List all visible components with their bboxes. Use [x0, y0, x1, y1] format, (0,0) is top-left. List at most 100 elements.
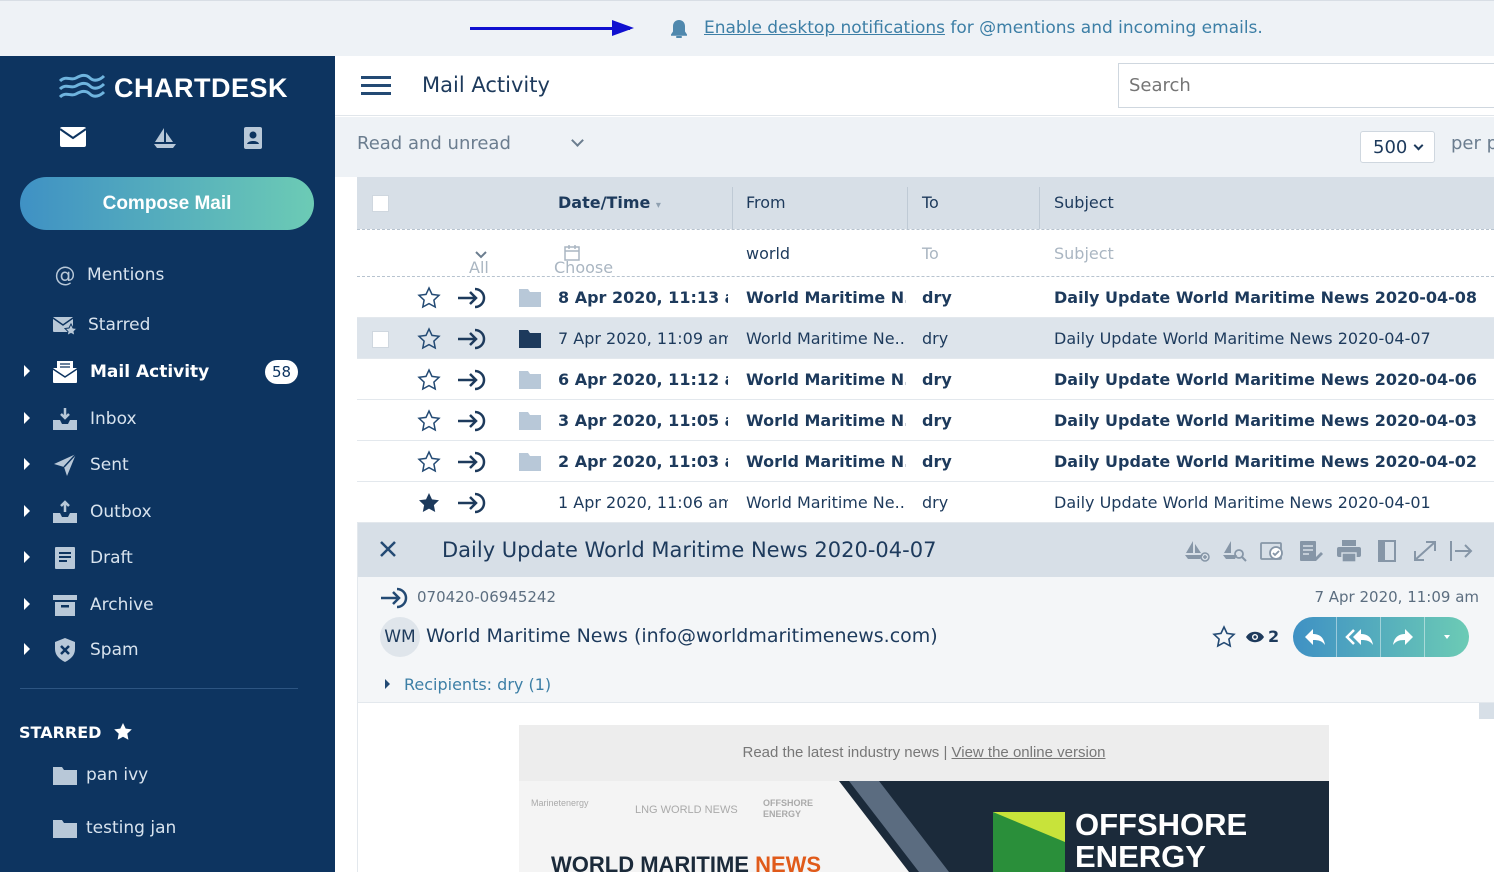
row-from: World Maritime Ne... — [746, 329, 906, 348]
row-date: 6 Apr 2020, 11:12 am — [558, 370, 728, 389]
sidebar-item-draft[interactable]: Draft — [0, 540, 335, 576]
per-page-select[interactable]: 500 — [1360, 131, 1435, 163]
print-icon[interactable] — [1336, 539, 1362, 563]
expand-caret-icon[interactable] — [24, 505, 30, 517]
bell-icon — [671, 20, 687, 38]
view-online-link[interactable]: View the online version — [952, 744, 1106, 761]
column-header-from[interactable]: From — [746, 193, 786, 212]
row-checkbox[interactable] — [372, 331, 389, 348]
sidebar-item-sent[interactable]: Sent — [0, 447, 335, 483]
column-header-to[interactable]: To — [922, 193, 939, 212]
table-row[interactable]: 8 Apr 2020, 11:13 am World Maritime N... d… — [357, 277, 1494, 318]
read-filter-dropdown[interactable]: Read and unread — [357, 133, 584, 154]
ship-icon[interactable] — [152, 126, 178, 154]
column-header-date[interactable]: Date/Time ▾ — [558, 193, 661, 212]
sender-name[interactable]: World Maritime News (info@worldmaritimen… — [426, 625, 938, 647]
sidebar-item-inbox[interactable]: Inbox — [0, 401, 335, 437]
chevron-down-icon — [1413, 140, 1424, 151]
expand-caret-icon[interactable] — [24, 412, 30, 424]
forward-button[interactable] — [1381, 617, 1425, 657]
close-icon[interactable] — [378, 539, 398, 559]
sidebar-item-starred[interactable]: Starred — [0, 307, 335, 343]
edit-note-icon[interactable] — [1298, 539, 1324, 563]
table-row[interactable]: 6 Apr 2020, 11:12 am World Maritime N... d… — [357, 359, 1494, 400]
select-all-checkbox[interactable] — [372, 195, 389, 212]
star-filled-icon[interactable] — [417, 491, 441, 515]
star-outline-icon[interactable] — [417, 450, 441, 474]
reply-all-button[interactable] — [1337, 617, 1381, 657]
expand-caret-icon[interactable] — [24, 598, 30, 610]
menu-icon[interactable] — [361, 76, 391, 96]
offshore-energy-logo: OFFSHORE ENERGY — [763, 798, 814, 819]
star-outline-icon[interactable] — [417, 409, 441, 433]
sidebar-item-label: Archive — [90, 595, 154, 615]
row-subject: Daily Update World Maritime News 2020-04… — [1054, 288, 1478, 307]
mail-icon[interactable] — [59, 126, 87, 152]
avatar: WM — [380, 617, 420, 657]
sidebar-item-mail-activity[interactable]: Mail Activity 58 — [0, 354, 335, 390]
logo[interactable]: CHARTDESK — [58, 70, 288, 106]
sidebar-item-label: Outbox — [90, 502, 152, 522]
contacts-icon[interactable] — [243, 126, 263, 154]
compose-mail-button[interactable]: Compose Mail — [20, 177, 314, 230]
enable-notifications-link[interactable]: Enable desktop notifications — [704, 18, 945, 38]
search-input[interactable] — [1118, 63, 1494, 108]
scrollbar[interactable] — [1479, 703, 1494, 719]
sidebar-item-mentions[interactable]: @ Mentions — [0, 257, 335, 293]
expand-caret-icon[interactable] — [24, 643, 30, 655]
sidebar-item-outbox[interactable]: Outbox — [0, 494, 335, 530]
eye-icon — [1246, 631, 1264, 643]
folder-icon[interactable] — [518, 287, 542, 308]
starred-folder-pan-ivy[interactable]: pan ivy — [0, 757, 335, 793]
search-vessel-icon[interactable] — [1222, 539, 1248, 563]
world-maritime-news-logo: WORLD MARITIME NEWS — [551, 852, 821, 872]
row-to: dry — [922, 288, 952, 307]
date-filter-input[interactable]: Choose a date — [554, 244, 613, 296]
starred-heading-label: STARRED — [19, 722, 102, 742]
starred-folder-testing-jan[interactable]: testing jan — [0, 810, 335, 846]
star-outline-icon[interactable] — [417, 368, 441, 392]
to-filter-input[interactable]: To — [922, 244, 939, 263]
column-separator — [732, 187, 733, 229]
recipients-toggle[interactable]: Recipients: dry (1) — [385, 675, 551, 694]
split-view-icon[interactable] — [1374, 539, 1400, 563]
from-filter-input[interactable]: world — [746, 244, 790, 263]
expand-caret-icon[interactable] — [24, 458, 30, 470]
expand-caret-icon[interactable] — [24, 551, 30, 563]
table-row[interactable]: 7 Apr 2020, 11:09 am World Maritime Ne...… — [357, 318, 1494, 359]
column-header-subject[interactable]: Subject — [1054, 193, 1114, 212]
star-icon — [114, 723, 133, 740]
star-outline-icon[interactable] — [417, 286, 441, 310]
reply-action-group — [1293, 617, 1469, 657]
sidebar-item-spam[interactable]: Spam — [0, 632, 335, 668]
row-to: dry — [922, 329, 949, 348]
folder-icon[interactable] — [518, 369, 542, 390]
link-vessel-icon[interactable] — [1184, 539, 1210, 563]
table-row[interactable]: 1 Apr 2020, 11:06 am World Maritime Ne...… — [357, 482, 1494, 523]
expand-caret-icon[interactable] — [24, 365, 30, 377]
incoming-icon — [457, 369, 489, 391]
mark-read-icon[interactable] — [1260, 539, 1286, 563]
star-outline-icon[interactable] — [1212, 625, 1236, 649]
subject-filter-input[interactable]: Subject — [1054, 244, 1114, 263]
more-actions-dropdown[interactable] — [1425, 617, 1469, 657]
folder-icon[interactable] — [518, 451, 542, 472]
expand-icon[interactable] — [1412, 539, 1438, 563]
table-row[interactable]: 2 Apr 2020, 11:03 am World Maritime N... d… — [357, 441, 1494, 482]
notification-bar: Enable desktop notifications for @mentio… — [0, 0, 1494, 56]
chevron-down-icon — [571, 134, 584, 147]
column-separator — [1039, 187, 1040, 229]
row-to: dry — [922, 452, 952, 471]
star-outline-icon[interactable] — [417, 327, 441, 351]
folder-icon[interactable] — [518, 410, 542, 431]
folder-icon[interactable] — [518, 328, 542, 349]
table-row[interactable]: 3 Apr 2020, 11:05 am World Maritime N... d… — [357, 400, 1494, 441]
newsletter-intro: Read the latest industry news | — [742, 744, 952, 761]
folder-icon — [53, 767, 77, 785]
move-out-icon[interactable] — [1448, 539, 1474, 563]
sidebar-item-archive[interactable]: Archive — [0, 587, 335, 623]
all-filter-dropdown[interactable]: All — [469, 244, 489, 277]
reply-button[interactable] — [1293, 617, 1337, 657]
sidebar-item-label: Spam — [90, 640, 139, 660]
wmn-title: WORLD MARITIME — [551, 852, 749, 872]
